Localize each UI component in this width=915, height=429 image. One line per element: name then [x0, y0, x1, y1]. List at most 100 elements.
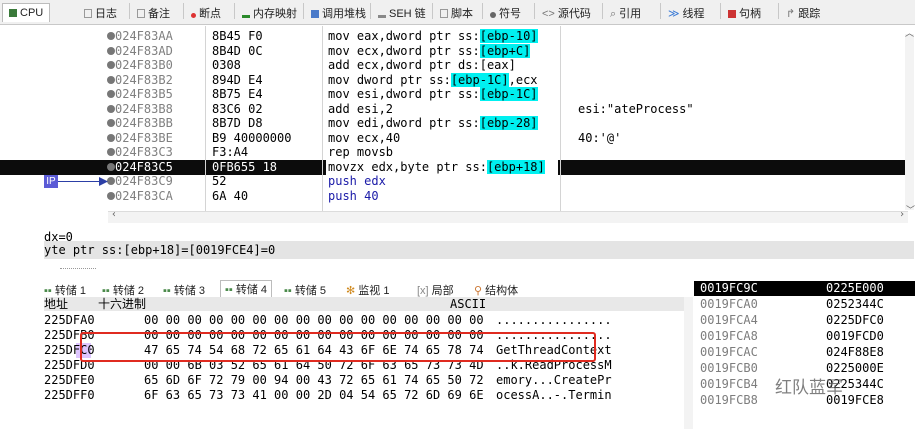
- tab-notes[interactable]: 备注: [137, 5, 170, 21]
- instruction-bytes: 8B75 E4: [212, 87, 263, 101]
- breakpoint-dot-icon[interactable]: [107, 104, 115, 113]
- tab-separator: [183, 3, 184, 19]
- stack-address: 0019FCA4: [700, 313, 758, 327]
- disasm-row[interactable]: 024F83CA 6A 40 push 40: [0, 189, 905, 204]
- dump-row[interactable]: 225DFF0 6F 63 65 73 73 41 00 00 2D 04 54 …: [44, 388, 684, 403]
- tab-memory-map-label: 内存映射: [253, 8, 297, 20]
- tab-breakpoints-label: 断点: [199, 8, 221, 20]
- instruction-bytes: 894D E4: [212, 72, 263, 87]
- tab-dump-2[interactable]: ▪▪ 转储 2: [102, 282, 144, 298]
- script-icon: [440, 9, 448, 18]
- breakpoint-dot-icon[interactable]: [107, 119, 115, 127]
- instruction-address: 024F83BB: [115, 116, 173, 130]
- disasm-row[interactable]: 024F83BB 8B7D D8 mov edi,dword ptr ss:[ebp…: [0, 116, 905, 131]
- scroll-left-icon[interactable]: ‹: [111, 209, 117, 220]
- tab-log[interactable]: 日志: [84, 5, 117, 21]
- disasm-row[interactable]: 024F83C3 F3:A4 rep movsb: [0, 145, 905, 160]
- stack-row[interactable]: 0019FCA8 0019FCD0: [694, 329, 915, 344]
- dump-icon: ▪▪: [163, 285, 174, 297]
- tab-symbols-label: 符号: [499, 8, 521, 20]
- breakpoint-dot-icon[interactable]: [107, 32, 115, 40]
- tab-watch[interactable]: ✻ 监视 1: [346, 282, 389, 298]
- tab-references[interactable]: ⌕ 引用: [610, 5, 641, 21]
- disasm-vertical-scrollbar[interactable]: [905, 34, 914, 210]
- instruction-bytes: 52: [212, 174, 227, 188]
- search-icon: ⌕: [610, 8, 617, 20]
- dump-ascii: ................: [496, 313, 612, 327]
- disasm-row[interactable]: 024F83B0 0308 add ecx,dword ptr ds:[eax]: [0, 58, 905, 73]
- stack-address: 0019FCB8: [700, 393, 758, 407]
- tab-memory-map[interactable]: 内存映射: [242, 5, 297, 21]
- instruction-mnemonic: mov dword ptr ss:: [328, 72, 451, 87]
- tab-trace[interactable]: ↱ 跟踪: [786, 5, 820, 21]
- stack-row[interactable]: 0019FCA0 0252344C: [694, 297, 915, 312]
- column-header-address[interactable]: 地址: [44, 297, 68, 311]
- disasm-row[interactable]: 024F83AA 8B45 F0 mov eax,dword ptr ss:[ebp…: [0, 29, 905, 44]
- tab-struct[interactable]: ⚲ 结构体: [474, 282, 518, 298]
- instruction-mnemonic: mov ecx,dword ptr ss:: [328, 43, 480, 58]
- dump-icon: ▪▪: [44, 285, 55, 297]
- breakpoint-dot-icon[interactable]: [107, 75, 115, 84]
- disasm-row[interactable]: 024F83C5 0FB655 18 movzx edx,byte ptr ss:[…: [0, 159, 905, 175]
- breakpoint-dot-icon[interactable]: [107, 90, 115, 98]
- info-line-2: yte ptr ss:[ebp+18]=[0019FCE4]=0: [44, 243, 276, 257]
- tab-breakpoints[interactable]: 断点: [191, 5, 221, 21]
- instruction-text: add esi,2: [328, 102, 393, 117]
- column-header-ascii[interactable]: ASCII: [450, 297, 486, 311]
- disassembly-view[interactable]: 024F83AA 8B45 F0 mov eax,dword ptr ss:[ebp…: [0, 26, 915, 221]
- struct-icon: ⚲: [474, 285, 486, 297]
- dump-row[interactable]: 225DFA0 00 00 00 00 00 00 00 00 00 00 00 …: [44, 313, 684, 328]
- stack-value: 0225DFC0: [826, 313, 884, 327]
- tab-dump-3[interactable]: ▪▪ 转储 3: [163, 282, 205, 298]
- stack-row[interactable]: 0019FCAC 024F88E8: [694, 345, 915, 360]
- tab-watch-label: 监视 1: [358, 285, 390, 297]
- tab-script[interactable]: 脚本: [440, 5, 473, 21]
- breakpoint-dot-icon[interactable]: [107, 162, 115, 171]
- stack-row[interactable]: 0019FCA4 0225DFC0: [694, 313, 915, 328]
- memory-operand: [ebp+C]: [479, 43, 531, 58]
- tab-source[interactable]: <> 源代码: [542, 5, 591, 21]
- disasm-row[interactable]: 024F83C9 52 push edx: [0, 174, 905, 189]
- instruction-bytes: 8B45 F0: [212, 29, 263, 43]
- tab-cpu[interactable]: CPU: [2, 3, 51, 22]
- tab-threads-label: 线程: [682, 8, 705, 20]
- disasm-row[interactable]: 024F83B8 83C6 02 add esi,2 esi:"ateProcess": [0, 102, 905, 117]
- tab-locals[interactable]: [x] 局部: [417, 282, 454, 298]
- instruction-address: 024F83B0: [115, 58, 173, 72]
- disasm-horizontal-scrollbar[interactable]: ‹ ›: [108, 209, 908, 223]
- memory-operand: [ebp-28]: [479, 116, 538, 130]
- dump-vertical-scrollbar[interactable]: [684, 297, 693, 429]
- scroll-up-icon[interactable]: ︿: [905, 26, 914, 39]
- trace-icon: ↱: [786, 8, 796, 20]
- stack-row[interactable]: 0019FC9C 0225E000: [694, 281, 915, 296]
- disasm-row[interactable]: 024F83B2 894D E4 mov dword ptr ss:[ebp-1C]…: [0, 72, 905, 88]
- tab-seh[interactable]: SEH 链: [378, 5, 426, 21]
- breakpoint-dot-icon[interactable]: [107, 61, 115, 69]
- breakpoint-dot-icon[interactable]: [107, 46, 115, 55]
- stack-view[interactable]: 0019FC9C 0225E000 0019FCA0 0252344C 0019FCA4…: [694, 281, 915, 429]
- scroll-right-icon[interactable]: ›: [899, 209, 905, 220]
- breakpoint-dot-icon[interactable]: [107, 148, 115, 156]
- tab-handles[interactable]: 句柄: [728, 5, 761, 21]
- tab-threads[interactable]: ≫ 线程: [668, 5, 705, 21]
- tab-dump-4[interactable]: ▪▪ 转储 4: [220, 280, 273, 297]
- instruction-address: 024F83B5: [115, 87, 173, 101]
- disasm-row[interactable]: 024F83B5 8B75 E4 mov esi,dword ptr ss:[ebp…: [0, 87, 905, 102]
- breakpoint-dot-icon[interactable]: [107, 133, 115, 142]
- tab-call-stack[interactable]: 调用堆栈: [311, 5, 366, 21]
- tab-dump-5[interactable]: ▪▪ 转储 5: [284, 282, 326, 298]
- instruction-bytes: 0308: [212, 58, 241, 72]
- breakpoint-dot-icon[interactable]: [107, 191, 115, 200]
- tab-dump-1[interactable]: ▪▪ 转储 1: [44, 282, 86, 298]
- ip-arrow: [58, 181, 103, 182]
- instruction-address: 024F83C5: [115, 159, 173, 174]
- dump-row[interactable]: 225DFE0 65 6D 6F 72 79 00 94 00 43 72 65 …: [44, 373, 684, 388]
- instruction-address: 024F83BE: [115, 130, 173, 145]
- instruction-mnemonic: mov edi,dword ptr ss:: [328, 116, 480, 130]
- dump-hex-bytes: 00 00 00 00 00 00 00 00 00 00 00 00 00 0…: [144, 313, 484, 327]
- tab-symbols[interactable]: 符号: [490, 5, 521, 21]
- column-header-hex[interactable]: 十六进制: [98, 297, 146, 311]
- disasm-row[interactable]: 024F83AD 8B4D 0C mov ecx,dword ptr ss:[ebp…: [0, 43, 905, 59]
- disasm-row[interactable]: 024F83BE B9 40000000 mov ecx,40 40:'@': [0, 131, 905, 146]
- panel-splitter[interactable]: [60, 268, 96, 269]
